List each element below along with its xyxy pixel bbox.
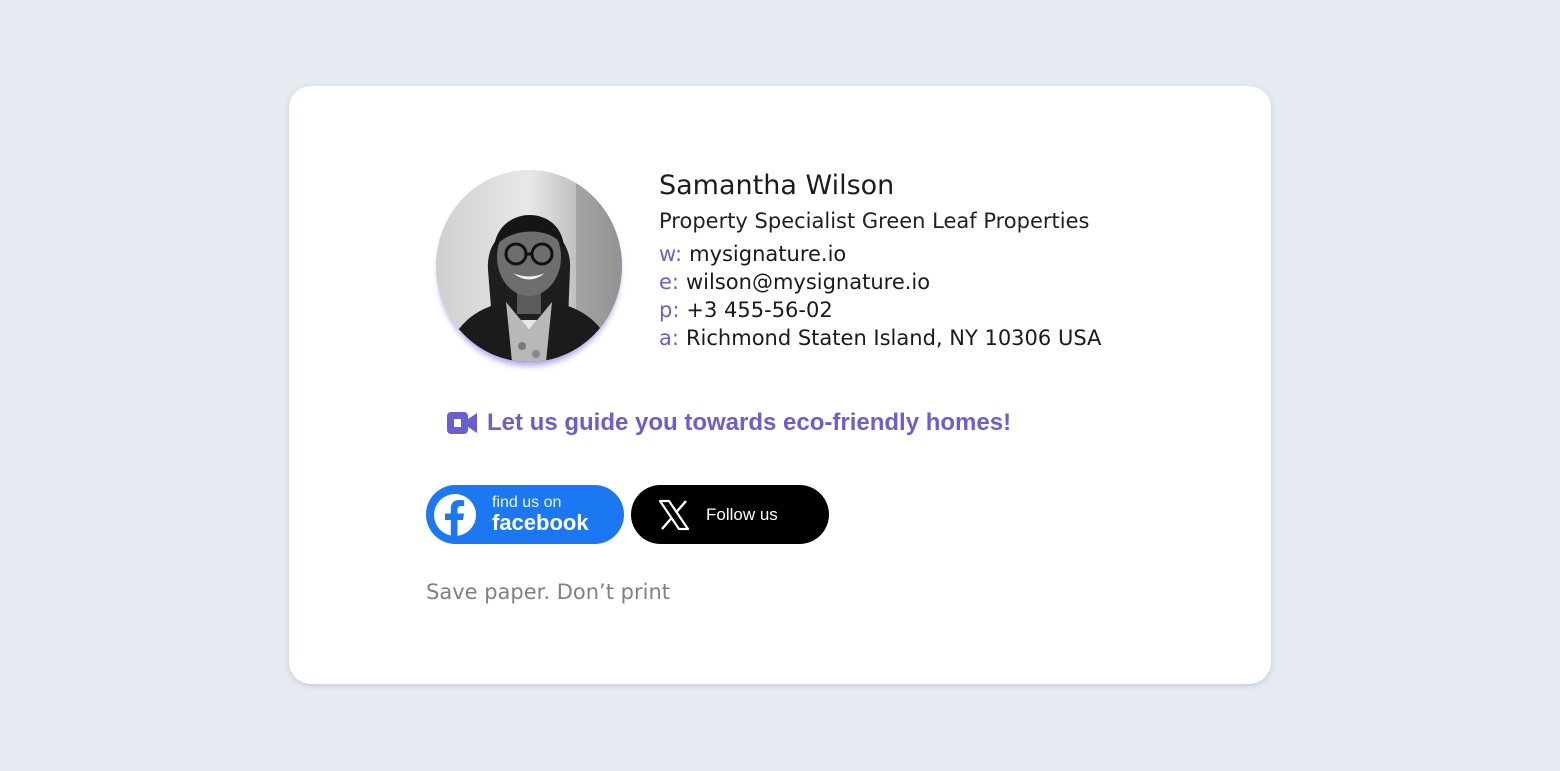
avatar xyxy=(436,170,622,362)
contact-email[interactable]: e: wilson@mysignature.io xyxy=(659,268,1101,296)
contact-phone[interactable]: p: +3 455-56-02 xyxy=(659,296,1101,324)
video-camera-icon xyxy=(447,412,477,434)
contact-value[interactable]: mysignature.io xyxy=(689,242,846,266)
facebook-label: find us on facebook xyxy=(492,495,589,534)
contact-info: Samantha Wilson Property Specialist Gree… xyxy=(659,170,1101,352)
facebook-icon xyxy=(434,493,476,536)
contact-key: w: xyxy=(659,242,683,266)
contact-key: p: xyxy=(659,298,680,322)
contact-address: a: Richmond Staten Island, NY 10306 USA xyxy=(659,324,1101,352)
person-name: Samantha Wilson xyxy=(659,170,895,201)
call-to-action-link[interactable]: Let us guide you towards eco-friendly ho… xyxy=(447,409,1011,437)
contact-value[interactable]: +3 455-56-02 xyxy=(686,298,832,322)
contact-key: a: xyxy=(659,326,679,350)
x-logo-icon xyxy=(658,499,690,530)
job-title: Property Specialist Green Leaf Propertie… xyxy=(659,209,1090,233)
facebook-label-big: facebook xyxy=(492,510,589,535)
facebook-label-small: find us on xyxy=(492,494,562,511)
contact-value[interactable]: wilson@mysignature.io xyxy=(686,270,930,294)
facebook-button[interactable]: find us on facebook xyxy=(426,485,624,544)
cta-text[interactable]: Let us guide you towards eco-friendly ho… xyxy=(487,409,1011,437)
x-follow-button[interactable]: Follow us xyxy=(631,485,829,544)
contact-key: e: xyxy=(659,270,679,294)
footer-note: Save paper. Don’t print xyxy=(426,580,670,604)
email-signature-card: Samantha Wilson Property Specialist Gree… xyxy=(289,86,1271,684)
contact-list: w: mysignature.io e: wilson@mysignature.io… xyxy=(659,240,1101,352)
x-follow-label: Follow us xyxy=(706,504,778,524)
contact-value: Richmond Staten Island, NY 10306 USA xyxy=(685,326,1102,350)
profile-photo xyxy=(436,170,622,362)
contact-website[interactable]: w: mysignature.io xyxy=(659,240,1101,268)
